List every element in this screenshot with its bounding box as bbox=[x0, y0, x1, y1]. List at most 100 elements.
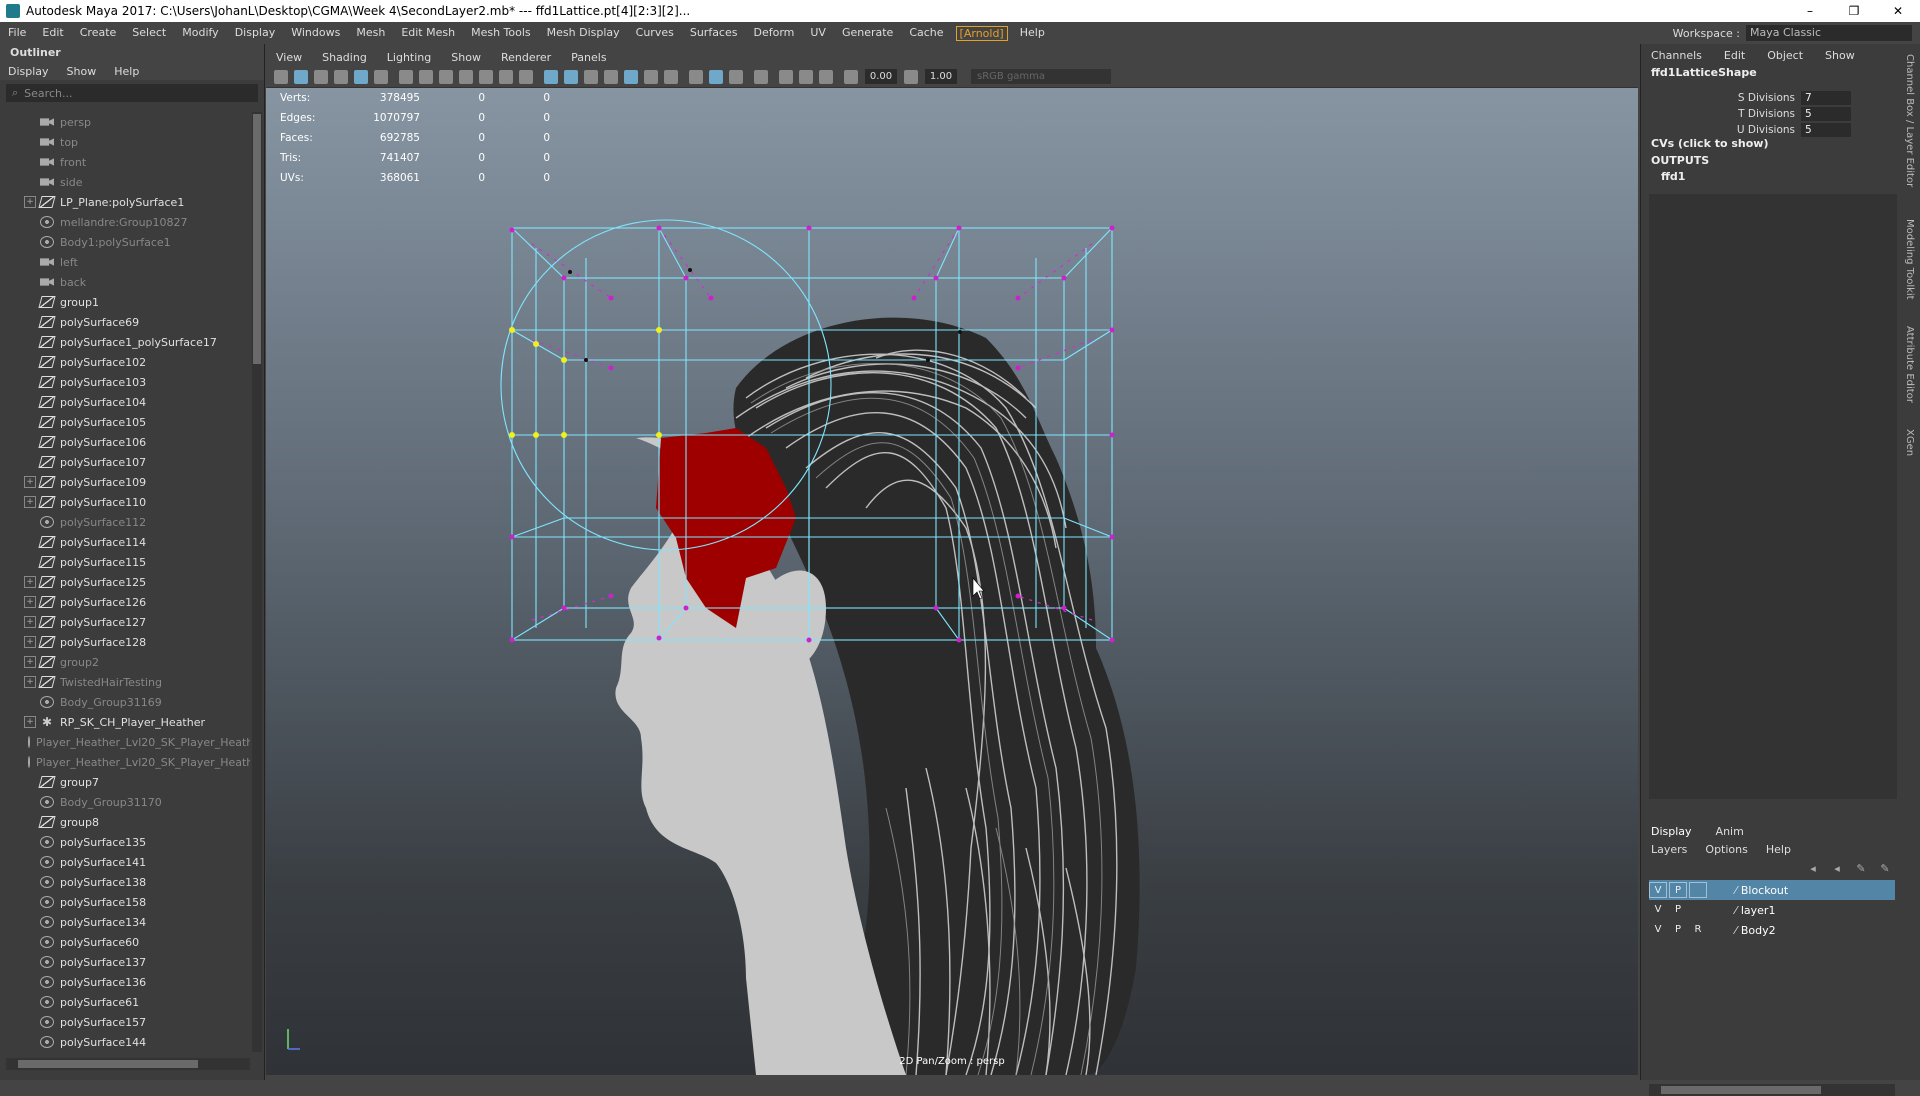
menu-mesh-display[interactable]: Mesh Display bbox=[539, 26, 628, 41]
layer-reference-toggle[interactable] bbox=[1689, 902, 1707, 918]
layer-playback-toggle[interactable]: P bbox=[1669, 902, 1687, 918]
film-gate-icon[interactable] bbox=[419, 69, 433, 84]
outliner-item[interactable]: polySurface134 bbox=[0, 912, 250, 932]
outliner-item[interactable]: + polySurface126 bbox=[0, 592, 250, 612]
menu-edit[interactable]: Edit bbox=[34, 26, 71, 41]
exposure-icon[interactable] bbox=[779, 69, 793, 84]
expand-icon[interactable]: + bbox=[24, 196, 36, 208]
outliner-item[interactable]: polySurface107 bbox=[0, 452, 250, 472]
menu-edit-mesh[interactable]: Edit Mesh bbox=[393, 26, 463, 41]
move-layer-down-icon[interactable]: ◂ bbox=[1829, 863, 1845, 875]
outliner-item[interactable]: polySurface106 bbox=[0, 432, 250, 452]
expand-icon[interactable]: + bbox=[24, 576, 36, 588]
outliner-item[interactable]: Player_Heather_Lvl20_SK_Player_Heath bbox=[0, 752, 250, 772]
menu-deform[interactable]: Deform bbox=[745, 26, 802, 41]
outliner-menu-show[interactable]: Show bbox=[67, 65, 97, 78]
menu-surfaces[interactable]: Surfaces bbox=[682, 26, 746, 41]
outliner-item[interactable]: Body_Group31170 bbox=[0, 792, 250, 812]
outliner-item[interactable]: polySurface112 bbox=[0, 512, 250, 532]
outliner-item[interactable]: polySurface103 bbox=[0, 372, 250, 392]
gamma-icon[interactable] bbox=[799, 69, 813, 84]
exposure-field[interactable]: 0.00 bbox=[865, 69, 897, 84]
expand-icon[interactable]: + bbox=[24, 716, 36, 728]
output-node-ffd1[interactable]: ffd1 bbox=[1661, 170, 1685, 183]
isolate-select-icon[interactable] bbox=[729, 69, 743, 84]
expand-icon[interactable]: + bbox=[24, 656, 36, 668]
scroll-thumb[interactable] bbox=[18, 1060, 198, 1068]
layer-visibility-toggle[interactable]: V bbox=[1649, 902, 1667, 918]
outliner-item[interactable]: polySurface158 bbox=[0, 892, 250, 912]
expand-icon[interactable]: + bbox=[24, 636, 36, 648]
layer-color-swatch[interactable] bbox=[1709, 923, 1731, 937]
expand-icon[interactable]: + bbox=[24, 676, 36, 688]
xray-joints-icon[interactable] bbox=[754, 69, 768, 84]
menu-file[interactable]: File bbox=[0, 26, 34, 41]
expand-icon[interactable]: + bbox=[24, 596, 36, 608]
menu-select[interactable]: Select bbox=[124, 26, 174, 41]
channel-box-node-name[interactable]: ffd1LatticeShape bbox=[1641, 66, 1902, 82]
viewport-menu-view[interactable]: View bbox=[276, 51, 302, 64]
layer-reference-toggle[interactable] bbox=[1689, 882, 1707, 898]
cvs-toggle[interactable]: CVs (click to show) bbox=[1651, 137, 1769, 150]
colorspace-icon[interactable] bbox=[819, 69, 833, 84]
outliner-item[interactable]: + TwistedHairTesting bbox=[0, 672, 250, 692]
gamma-field[interactable]: 1.00 bbox=[925, 69, 957, 84]
image-plane-icon[interactable] bbox=[334, 69, 348, 84]
outliner-item[interactable]: persp bbox=[0, 112, 250, 132]
menu-mesh-tools[interactable]: Mesh Tools bbox=[463, 26, 539, 41]
xray-icon[interactable] bbox=[624, 69, 638, 84]
3d-viewport[interactable]: Verts: 378495 0 0 Edges: 1070797 0 0 Faces: 69278… bbox=[266, 88, 1638, 1075]
gamma-reset-icon[interactable] bbox=[904, 69, 918, 84]
outliner-item[interactable]: polySurface144 bbox=[0, 1032, 250, 1052]
scroll-thumb[interactable] bbox=[1661, 1086, 1821, 1094]
wireframe-icon[interactable] bbox=[544, 69, 558, 84]
tab-anim[interactable]: Anim bbox=[1716, 825, 1744, 838]
bookmark-icon[interactable] bbox=[314, 69, 328, 84]
layer-row[interactable]: V P ⁄ layer1 bbox=[1649, 900, 1895, 920]
menu-arnold[interactable]: [Arnold] bbox=[955, 25, 1008, 41]
outliner-item[interactable]: side bbox=[0, 172, 250, 192]
resolution-gate-icon[interactable] bbox=[439, 69, 453, 84]
layer-playback-toggle[interactable]: P bbox=[1669, 882, 1687, 898]
cb-menu-show[interactable]: Show bbox=[1825, 49, 1855, 62]
outliner-item[interactable]: Body1:polySurface1 bbox=[0, 232, 250, 252]
side-tab-channel-box[interactable]: Channel Box / Layer Editor bbox=[1904, 54, 1915, 187]
outliner-item[interactable]: polySurface136 bbox=[0, 972, 250, 992]
outliner-item[interactable]: Player_Heather_Lvl20_SK_Player_Heath bbox=[0, 732, 250, 752]
layer-visibility-toggle[interactable]: V bbox=[1649, 882, 1667, 898]
menu-help[interactable]: Help bbox=[1012, 26, 1053, 41]
camera-attributes-icon[interactable] bbox=[294, 69, 308, 84]
cb-menu-edit[interactable]: Edit bbox=[1724, 49, 1745, 62]
outliner-item[interactable]: polySurface69 bbox=[0, 312, 250, 332]
outliner-item[interactable]: polySurface104 bbox=[0, 392, 250, 412]
outliner-item[interactable]: Body_Group31169 bbox=[0, 692, 250, 712]
outliner-item[interactable]: polySurface102 bbox=[0, 352, 250, 372]
outliner-item[interactable]: polySurface137 bbox=[0, 952, 250, 972]
outliner-item[interactable]: group1 bbox=[0, 292, 250, 312]
outliner-menu-display[interactable]: Display bbox=[8, 65, 49, 78]
outliner-item[interactable]: front bbox=[0, 152, 250, 172]
grid-icon[interactable] bbox=[399, 69, 413, 84]
outliner-item[interactable]: + polySurface125 bbox=[0, 572, 250, 592]
smooth-shade-icon[interactable] bbox=[564, 69, 578, 84]
exposure-reset-icon[interactable] bbox=[844, 69, 858, 84]
menu-modify[interactable]: Modify bbox=[174, 26, 226, 41]
layer-visibility-toggle[interactable]: V bbox=[1649, 922, 1667, 938]
ambient-occlusion-icon[interactable] bbox=[644, 69, 658, 84]
attr-value-field[interactable]: 5 bbox=[1801, 123, 1851, 137]
expand-icon[interactable]: + bbox=[24, 616, 36, 628]
outliner-item[interactable]: left bbox=[0, 252, 250, 272]
safe-title-icon[interactable] bbox=[519, 69, 533, 84]
layer-menu-layers[interactable]: Layers bbox=[1651, 843, 1687, 856]
menu-curves[interactable]: Curves bbox=[628, 26, 682, 41]
outliner-item[interactable]: + polySurface128 bbox=[0, 632, 250, 652]
outliner-item[interactable]: + LP_Plane:polySurface1 bbox=[0, 192, 250, 212]
gate-mask-icon[interactable] bbox=[459, 69, 473, 84]
outliner-item[interactable]: + group2 bbox=[0, 652, 250, 672]
workspace-dropdown[interactable]: Maya Classic bbox=[1746, 25, 1912, 41]
outliner-item[interactable]: polySurface157 bbox=[0, 1012, 250, 1032]
outliner-item[interactable]: polySurface135 bbox=[0, 832, 250, 852]
outliner-item[interactable]: polySurface105 bbox=[0, 412, 250, 432]
menu-windows[interactable]: Windows bbox=[283, 26, 348, 41]
layer-row[interactable]: V P ⁄ Blockout bbox=[1649, 880, 1895, 900]
